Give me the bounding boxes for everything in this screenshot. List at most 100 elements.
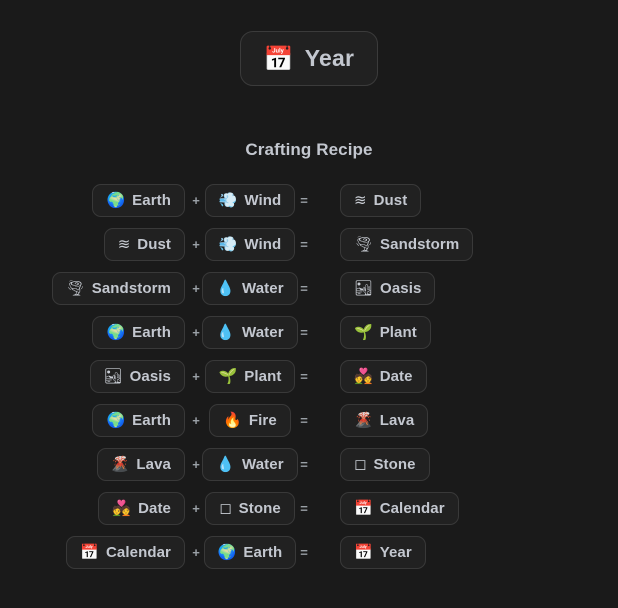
element-chip-label: Earth	[132, 192, 171, 209]
element-chip-earth[interactable]: 🌍 Earth	[92, 184, 185, 217]
element-chip-date[interactable]: 💑 Date	[98, 492, 185, 525]
recipe-result: 🏜 Oasis	[315, 272, 618, 305]
recipe-result: 🌪 Sandstorm	[315, 228, 618, 261]
recipe-result: ≋ Dust	[315, 184, 618, 217]
element-chip-earth[interactable]: 🌍 Earth	[92, 404, 185, 437]
recipe-ingredient-a: 📅 Calendar	[0, 536, 185, 569]
recipe-ingredient-a: 💑 Date	[0, 492, 185, 525]
element-chip-lava[interactable]: 🌋 Lava	[340, 404, 429, 437]
stone-icon: ◻	[354, 455, 367, 473]
earth-icon: 🌍	[106, 411, 126, 429]
element-chip-stone[interactable]: ◻ Stone	[205, 492, 295, 525]
recipe-result: ◻ Stone	[315, 448, 618, 481]
element-chip-wind[interactable]: 💨 Wind	[204, 228, 296, 261]
recipe-plus-operator: +	[185, 369, 207, 384]
recipe-result: 📅 Calendar	[315, 492, 618, 525]
element-chip-plant[interactable]: 🌱 Plant	[204, 360, 296, 393]
element-chip-plant[interactable]: 🌱 Plant	[340, 316, 431, 349]
title-bar: 📅 Year	[0, 0, 618, 86]
recipe-result: 📅 Year	[315, 536, 618, 569]
element-chip-earth[interactable]: 🌍 Earth	[203, 536, 297, 569]
equals-operator: =	[300, 413, 308, 428]
wind-icon: 💨	[218, 235, 238, 253]
element-chip-oasis[interactable]: 🏜 Oasis	[340, 272, 436, 305]
recipe-equals-operator: =	[293, 369, 315, 384]
section-heading: Crafting Recipe	[245, 140, 373, 159]
element-chip-lava[interactable]: 🌋 Lava	[96, 448, 185, 481]
recipe-ingredient-b: 💨 Wind	[204, 184, 296, 217]
earth-icon: 🌍	[217, 543, 237, 561]
equals-operator: =	[300, 501, 308, 516]
plus-operator: +	[192, 237, 200, 252]
element-chip-calendar[interactable]: 📅 Calendar	[340, 492, 459, 525]
equals-operator: =	[300, 457, 308, 472]
oasis-icon: 🏜	[103, 367, 123, 385]
element-chip-sandstorm[interactable]: 🌪 Sandstorm	[340, 228, 474, 261]
recipe-equals-operator: =	[293, 281, 315, 296]
recipe-list: 🌍 Earth + 💨 Wind = ≋ Dust ≋ Dust + 💨 Wind = 🌪 Sandstorm…	[0, 184, 618, 569]
calendar-icon: 📅	[80, 543, 99, 561]
water-icon: 💧	[216, 279, 236, 297]
recipe-ingredient-a: ≋ Dust	[0, 228, 185, 261]
plus-operator: +	[192, 325, 200, 340]
element-chip-sandstorm[interactable]: 🌪 Sandstorm	[51, 272, 185, 305]
recipe-plus-operator: +	[185, 413, 207, 428]
element-chip-fire[interactable]: 🔥 Fire	[209, 404, 291, 437]
element-chip-year[interactable]: 📅 Year	[340, 536, 426, 569]
recipe-ingredient-b: 🔥 Fire	[207, 404, 293, 437]
recipe-equals-operator: =	[293, 193, 315, 208]
recipe-result: 💑 Date	[315, 360, 618, 393]
recipe-result: 🌋 Lava	[315, 404, 618, 437]
calendar-icon: 📅	[354, 499, 373, 517]
element-chip-label: Fire	[248, 412, 277, 429]
equals-operator: =	[300, 369, 308, 384]
element-chip-water[interactable]: 💧 Water	[202, 272, 298, 305]
recipe-ingredient-b: 🌍 Earth	[203, 536, 297, 569]
recipe-ingredient-b: 💧 Water	[202, 316, 298, 349]
element-chip-label: Wind	[244, 236, 282, 253]
plus-operator: +	[192, 193, 200, 208]
recipe-plus-operator: +	[185, 237, 207, 252]
plus-operator: +	[192, 281, 200, 296]
element-chip-stone[interactable]: ◻ Stone	[340, 448, 430, 481]
element-chip-label: Date	[138, 500, 171, 517]
recipe-ingredient-a: 🌍 Earth	[0, 184, 185, 217]
element-chip-label: Year	[379, 544, 412, 561]
element-chip-calendar[interactable]: 📅 Calendar	[66, 536, 185, 569]
element-chip-label: Earth	[132, 324, 171, 341]
element-chip-label: Stone	[238, 500, 281, 517]
element-chip-earth[interactable]: 🌍 Earth	[92, 316, 185, 349]
element-chip-dust[interactable]: ≋ Dust	[340, 184, 422, 217]
element-chip-label: Earth	[132, 412, 171, 429]
plus-operator: +	[192, 545, 200, 560]
element-chip-label: Water	[242, 280, 284, 297]
element-chip-label: Date	[379, 368, 413, 385]
recipe-ingredient-a: 🌋 Lava	[0, 448, 185, 481]
element-chip-label: Plant	[244, 368, 282, 385]
water-icon: 💧	[216, 455, 236, 473]
year-icon: 📅	[354, 543, 373, 561]
sandstorm-icon: 🌪	[354, 235, 374, 253]
element-chip-water[interactable]: 💧 Water	[202, 448, 298, 481]
element-chip-label: Dust	[373, 192, 408, 209]
element-chip-wind[interactable]: 💨 Wind	[204, 184, 296, 217]
element-chip-dust[interactable]: ≋ Dust	[103, 228, 185, 261]
plant-icon: 🌱	[218, 367, 238, 385]
recipe-equals-operator: =	[293, 413, 315, 428]
dust-icon: ≋	[117, 235, 131, 253]
lava-icon: 🌋	[354, 411, 373, 429]
target-element-chip[interactable]: 📅 Year	[239, 31, 379, 86]
element-chip-oasis[interactable]: 🏜 Oasis	[89, 360, 185, 393]
element-chip-label: Stone	[373, 456, 416, 473]
recipe-ingredient-a: 🌍 Earth	[0, 316, 185, 349]
dust-icon: ≋	[354, 191, 367, 209]
element-chip-date[interactable]: 💑 Date	[340, 360, 427, 393]
element-chip-water[interactable]: 💧 Water	[202, 316, 298, 349]
equals-operator: =	[300, 193, 308, 208]
recipe-ingredient-b: 💨 Wind	[204, 228, 296, 261]
recipe-ingredient-a: 🏜 Oasis	[0, 360, 185, 393]
recipe-plus-operator: +	[185, 193, 207, 208]
recipe-equals-operator: =	[293, 325, 315, 340]
element-chip-label: Oasis	[380, 280, 422, 297]
recipe-ingredient-b: 💧 Water	[202, 448, 298, 481]
